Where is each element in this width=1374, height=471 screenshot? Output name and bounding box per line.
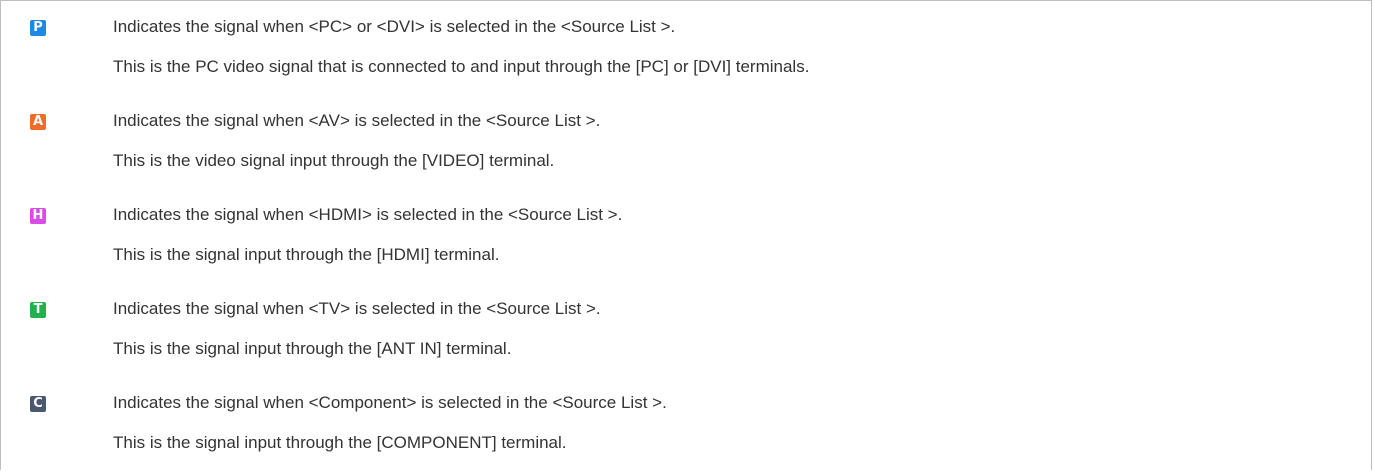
signal-entry-component: C Indicates the signal when <Component> … — [1, 377, 1371, 471]
c-letter-icon: C — [30, 396, 46, 412]
signal-detail: This is the signal input through the [HD… — [113, 245, 500, 264]
signal-entry-tv: T Indicates the signal when <TV> is sele… — [1, 283, 1371, 377]
signal-title: Indicates the signal when <HDMI> is sele… — [113, 205, 623, 224]
p-letter-icon: P — [30, 20, 46, 36]
h-letter-icon: H — [30, 208, 46, 224]
signal-legend-table: P Indicates the signal when <PC> or <DVI… — [0, 0, 1372, 470]
a-letter-icon: A — [30, 114, 46, 130]
signal-entry-av: A Indicates the signal when <AV> is sele… — [1, 95, 1371, 189]
signal-title: Indicates the signal when <AV> is select… — [113, 111, 601, 130]
signal-detail: This is the signal input through the [AN… — [113, 339, 512, 358]
signal-detail: This is the PC video signal that is conn… — [113, 57, 810, 76]
t-letter-icon: T — [30, 302, 46, 318]
signal-title: Indicates the signal when <Component> is… — [113, 393, 667, 412]
signal-entry-pc: P Indicates the signal when <PC> or <DVI… — [1, 1, 1371, 95]
signal-detail: This is the signal input through the [CO… — [113, 433, 567, 452]
signal-detail: This is the video signal input through t… — [113, 151, 555, 170]
signal-title: Indicates the signal when <TV> is select… — [113, 299, 601, 318]
signal-title: Indicates the signal when <PC> or <DVI> … — [113, 17, 676, 36]
signal-entry-hdmi: H Indicates the signal when <HDMI> is se… — [1, 189, 1371, 283]
